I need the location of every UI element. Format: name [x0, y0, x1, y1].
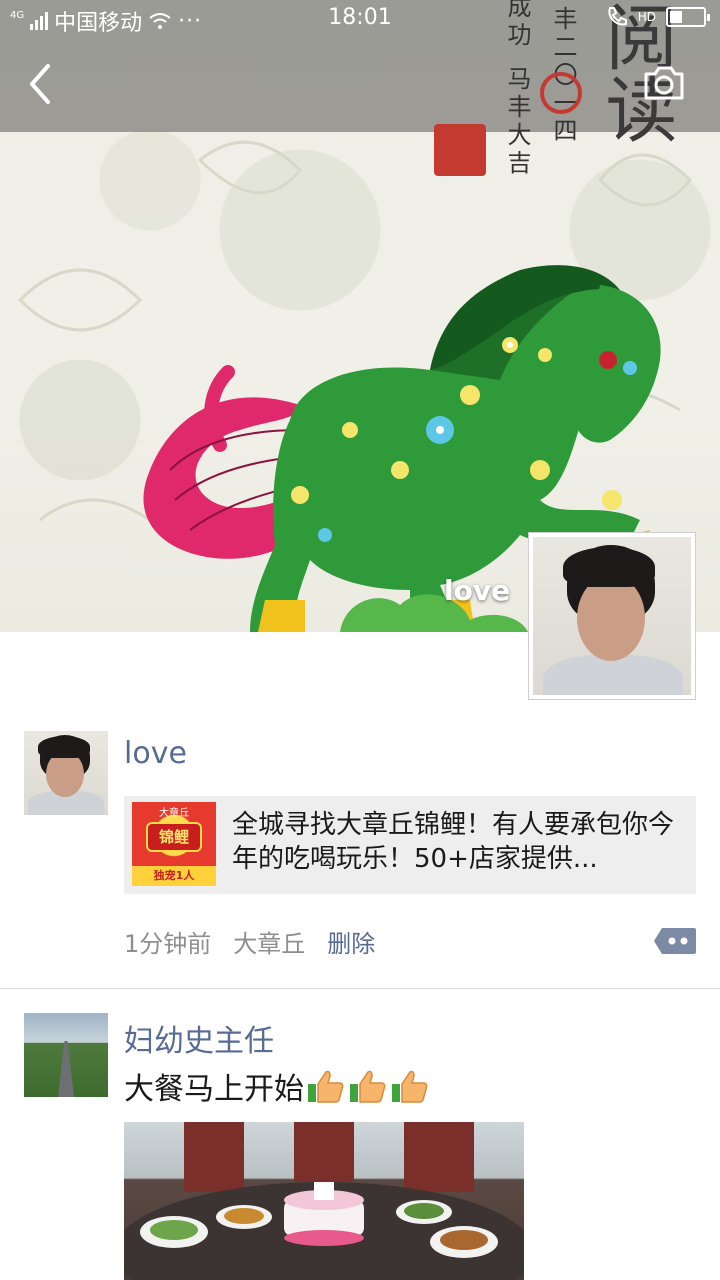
chevron-left-icon [30, 64, 50, 104]
shared-link-title: 全城寻找大章丘锦鲤！有人要承包你今年的吃喝玩乐！50+店家提供... [232, 810, 675, 874]
camera-button[interactable] [640, 62, 688, 106]
moment-post: love 大章丘 锦鲤 独宠1人 全城寻找大章丘锦鲤！有人要承包你今年的吃喝玩乐… [0, 700, 720, 988]
thumbs-up-icon [392, 1070, 428, 1103]
thumbnail-title: 锦鲤 [146, 822, 202, 852]
shared-link-thumbnail: 大章丘 锦鲤 独宠1人 [132, 802, 216, 886]
red-seal-stamp [540, 72, 582, 114]
battery-icon [666, 7, 710, 27]
post-time: 1分钟前 [124, 930, 212, 958]
author-name[interactable]: 妇幼史主任 [124, 1016, 274, 1060]
avatar[interactable] [24, 1013, 108, 1097]
calligraphy-column: 马丰大吉 [503, 66, 531, 178]
cover-display-name: love [444, 574, 511, 607]
post-photo[interactable] [124, 1122, 524, 1280]
avatar[interactable] [24, 731, 108, 815]
camera-icon [644, 66, 684, 100]
delete-link[interactable]: 删除 [327, 924, 375, 959]
author-name[interactable]: love [124, 736, 187, 771]
post-divider [0, 988, 720, 989]
post-body: 大餐马上开始 [124, 1072, 304, 1107]
thumbs-up-icon [308, 1070, 344, 1103]
moment-post: 妇幼史主任 大餐马上开始 [0, 990, 720, 1280]
profile-avatar[interactable] [528, 532, 696, 700]
shared-link-card[interactable]: 大章丘 锦鲤 独宠1人 全城寻找大章丘锦鲤！有人要承包你今年的吃喝玩乐！50+店… [124, 796, 696, 894]
post-meta: 1分钟前 大章丘 删除 [124, 924, 375, 959]
thumbnail-caption: 大章丘 [159, 808, 189, 819]
dinner-table-photo [124, 1122, 524, 1280]
status-bar: 4G 中国移动 ··· 18:01 HD [0, 0, 720, 38]
more-dots-icon [654, 928, 696, 954]
phone-call-icon [608, 7, 627, 26]
post-text: 大餐马上开始 [124, 1064, 430, 1108]
hd-indicator: HD [637, 10, 656, 24]
red-seal-stamp [434, 124, 486, 176]
post-location: 大章丘 [233, 930, 306, 958]
comment-button[interactable] [652, 926, 696, 956]
thumbs-up-icon [350, 1070, 386, 1103]
back-button[interactable] [20, 58, 64, 110]
thumbnail-footer: 独宠1人 [132, 866, 216, 886]
